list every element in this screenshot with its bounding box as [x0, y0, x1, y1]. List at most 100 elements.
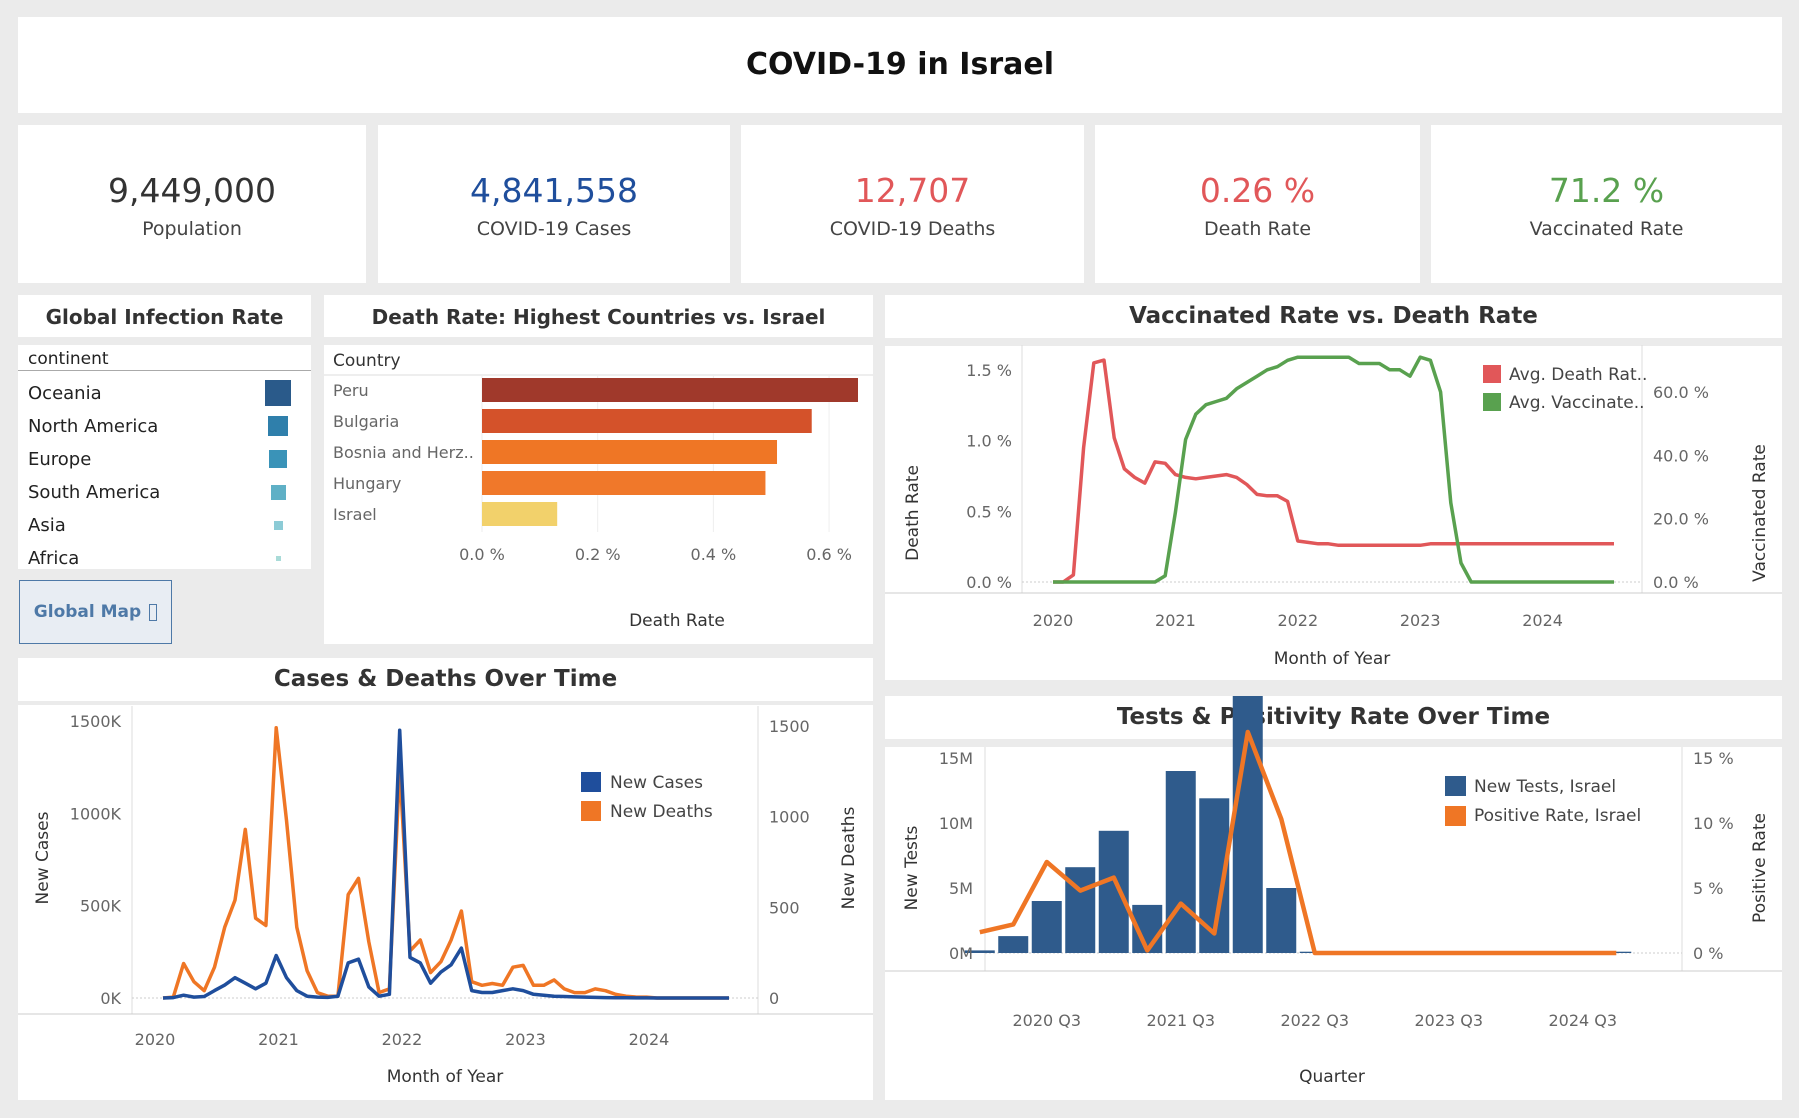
- continent-label: Africa: [28, 548, 80, 569]
- table-header: continent: [28, 349, 109, 369]
- tick-label: 60.0 %: [1653, 383, 1709, 402]
- tick-label: 500: [769, 898, 800, 917]
- tick-label: 10 %: [1693, 814, 1734, 833]
- kpi-deaths: 12,707 COVID-19 Deaths: [741, 125, 1084, 283]
- tick-label: 0M: [949, 944, 973, 963]
- tick-label: 2020: [1033, 611, 1074, 630]
- legend-label: New Cases: [610, 773, 703, 793]
- y-axis-label-right: Vaccinated Rate: [1750, 444, 1770, 582]
- tick-label: 2023 Q3: [1414, 1011, 1483, 1030]
- tick-label: 1000: [769, 808, 810, 827]
- bar[interactable]: [1098, 830, 1129, 953]
- vacc-death-chart: 1.5 % 1.0 % 0.5 % 0.0 % 60.0 % 40.0 % 20.0 % 0.…: [885, 345, 1782, 669]
- list-item[interactable]: Europe: [28, 449, 298, 473]
- series-line[interactable]: [1053, 355, 1614, 584]
- x-axis-label: Death Rate: [629, 611, 725, 631]
- bar[interactable]: [998, 936, 1029, 953]
- continent-label: Oceania: [28, 383, 102, 404]
- tick-label: 15M: [939, 749, 973, 768]
- button-label: Global Map: [33, 602, 142, 622]
- list-item[interactable]: South America: [28, 482, 298, 506]
- tick-label: 2022: [1277, 611, 1318, 630]
- tick-label: 1500K: [70, 712, 122, 731]
- tick-label: 2024 Q3: [1548, 1011, 1617, 1030]
- legend-swatch: [1445, 776, 1466, 796]
- continent-label: South America: [28, 482, 161, 503]
- x-axis-label: Quarter: [1299, 1067, 1365, 1087]
- tick-label: 40.0 %: [1653, 446, 1709, 465]
- bar[interactable]: [1031, 901, 1062, 953]
- legend-label: Positive Rate, Israel: [1474, 806, 1641, 826]
- tick-label: 0.2 %: [575, 545, 621, 564]
- category-label: Peru: [333, 381, 369, 400]
- kpi-label: COVID-19 Cases: [476, 218, 632, 240]
- kpi-vaccinated-rate: 71.2 % Vaccinated Rate: [1431, 125, 1782, 283]
- tick-label: 5M: [949, 879, 973, 898]
- rate-swatch: [275, 555, 281, 561]
- tick-label: 2021: [258, 1030, 299, 1049]
- rate-swatch: [268, 416, 288, 436]
- kpi-population: 9,449,000 Population: [18, 125, 366, 283]
- y-axis-label-right: New Deaths: [839, 806, 859, 909]
- external-link-icon: [149, 603, 158, 621]
- legend-swatch: [581, 801, 601, 821]
- legend: New Tests, Israel Positive Rate, Israel: [1445, 776, 1641, 826]
- category-label: Hungary: [333, 474, 401, 493]
- tick-label: 2023: [505, 1030, 546, 1049]
- tick-label: 2024: [1522, 611, 1563, 630]
- category-label: Bosnia and Herz..: [333, 443, 474, 462]
- list-item[interactable]: North America: [28, 416, 298, 440]
- tick-label: 2020: [135, 1030, 176, 1049]
- list-item[interactable]: Africa: [28, 548, 298, 572]
- tick-label: 0.4 %: [691, 545, 737, 564]
- kpi-value: 12,707: [854, 171, 971, 210]
- tick-label: 15 %: [1693, 749, 1734, 768]
- legend-swatch: [1483, 365, 1501, 383]
- cases-panel: Cases & Deaths Over Time 1500K 1000K 500K 0…: [18, 658, 873, 1100]
- continent-label: North America: [28, 416, 159, 437]
- legend-label: Avg. Death Rat..: [1509, 365, 1647, 385]
- bar[interactable]: [482, 409, 812, 433]
- tick-label: 1500: [769, 717, 810, 736]
- tick-label: 0.6 %: [806, 545, 852, 564]
- tick-label: 1000K: [70, 804, 122, 823]
- legend-swatch: [1483, 393, 1501, 411]
- continent-label: Europe: [28, 449, 92, 470]
- tick-label: 0 %: [1693, 944, 1723, 963]
- kpi-label: Death Rate: [1203, 218, 1312, 240]
- legend-swatch: [581, 772, 601, 792]
- bar[interactable]: [482, 471, 766, 495]
- bar[interactable]: [482, 502, 558, 526]
- death-rate-panel: Death Rate: Highest Countries vs. Israel…: [324, 295, 873, 644]
- title-panel: COVID-19 in Israel: [18, 17, 1782, 113]
- tick-label: 0.5 %: [966, 502, 1012, 521]
- bar[interactable]: [1165, 771, 1196, 953]
- kpi-value: 0.26 %: [1199, 171, 1316, 210]
- kpi-death-rate: 0.26 % Death Rate: [1095, 125, 1420, 283]
- tick-label: 0: [769, 989, 779, 1008]
- tick-label: 2024: [629, 1030, 670, 1049]
- bar[interactable]: [1266, 888, 1297, 953]
- bar[interactable]: [482, 440, 778, 464]
- tick-label: 20.0 %: [1653, 510, 1709, 529]
- legend: New Cases New Deaths: [581, 772, 713, 822]
- panel-title: Global Infection Rate: [45, 305, 284, 329]
- tick-label: 500K: [80, 897, 122, 916]
- list-item[interactable]: Asia: [28, 515, 298, 539]
- axis-header: Country: [333, 351, 401, 371]
- bar[interactable]: [482, 378, 858, 402]
- rate-swatch: [270, 484, 286, 500]
- tick-label: 10M: [939, 814, 973, 833]
- list-item[interactable]: Oceania: [28, 380, 298, 407]
- y-axis-label-left: New Tests: [902, 825, 922, 910]
- death-rate-chart: Country Peru Bulgaria Bosnia and Herz.. Hun…: [324, 351, 873, 631]
- legend-label: Avg. Vaccinate..: [1509, 393, 1645, 413]
- global-map-button[interactable]: Global Map: [19, 580, 172, 644]
- series-line[interactable]: [162, 726, 729, 1000]
- tick-label: 0.0 %: [966, 573, 1012, 592]
- infection-panel: Global Infection Rate continent Oceania N…: [18, 295, 311, 569]
- kpi-value: 9,449,000: [108, 171, 276, 210]
- tick-label: 2021: [1155, 611, 1196, 630]
- tick-label: 2020 Q3: [1012, 1011, 1081, 1030]
- continent-label: Asia: [28, 515, 66, 536]
